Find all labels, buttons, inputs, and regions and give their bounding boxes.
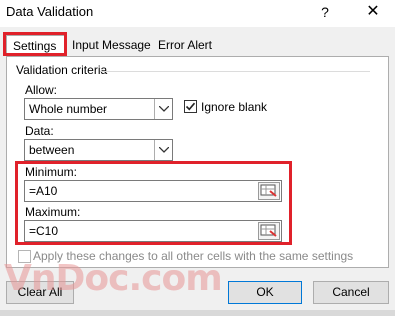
apply-all-label: Apply these changes to all other cells w…: [33, 249, 354, 263]
tab-error-alert[interactable]: Error Alert: [152, 35, 220, 56]
maximum-value: =C10: [29, 224, 59, 238]
validation-criteria-title: Validation criteria: [16, 63, 112, 77]
ignore-blank-checkbox[interactable]: [184, 100, 197, 113]
title-bar: Data Validation ? ✕: [0, 0, 395, 27]
window-title: Data Validation: [6, 4, 94, 19]
clear-all-button[interactable]: Clear All: [6, 281, 74, 304]
checkmark-icon: [185, 102, 196, 111]
bottom-strip: [0, 310, 395, 316]
group-divider: [100, 71, 370, 72]
data-select-value: between: [29, 143, 75, 157]
cancel-button[interactable]: Cancel: [313, 281, 389, 304]
chevron-down-icon[interactable]: [154, 99, 172, 119]
help-button[interactable]: ?: [316, 3, 334, 21]
maximum-label: Maximum:: [25, 205, 81, 219]
apply-all-checkbox[interactable]: [18, 250, 31, 263]
allow-select-value: Whole number: [29, 102, 108, 116]
minimum-value: =A10: [29, 184, 58, 198]
allow-label: Allow:: [25, 83, 58, 97]
close-button[interactable]: ✕: [364, 2, 382, 22]
minimum-label: Minimum:: [25, 165, 78, 179]
allow-select[interactable]: Whole number: [24, 98, 173, 120]
ok-button[interactable]: OK: [228, 281, 302, 304]
maximum-field[interactable]: =C10: [24, 220, 282, 242]
chevron-down-icon[interactable]: [154, 140, 172, 160]
tab-input-message[interactable]: Input Message: [66, 35, 152, 56]
settings-tab-highlight: [3, 32, 67, 56]
minimum-field[interactable]: =A10: [24, 180, 282, 202]
range-selector-icon[interactable]: [258, 222, 280, 240]
data-select[interactable]: between: [24, 139, 173, 161]
ignore-blank-label: Ignore blank: [201, 100, 268, 114]
data-label: Data:: [25, 124, 54, 138]
range-selector-icon[interactable]: [258, 182, 280, 200]
